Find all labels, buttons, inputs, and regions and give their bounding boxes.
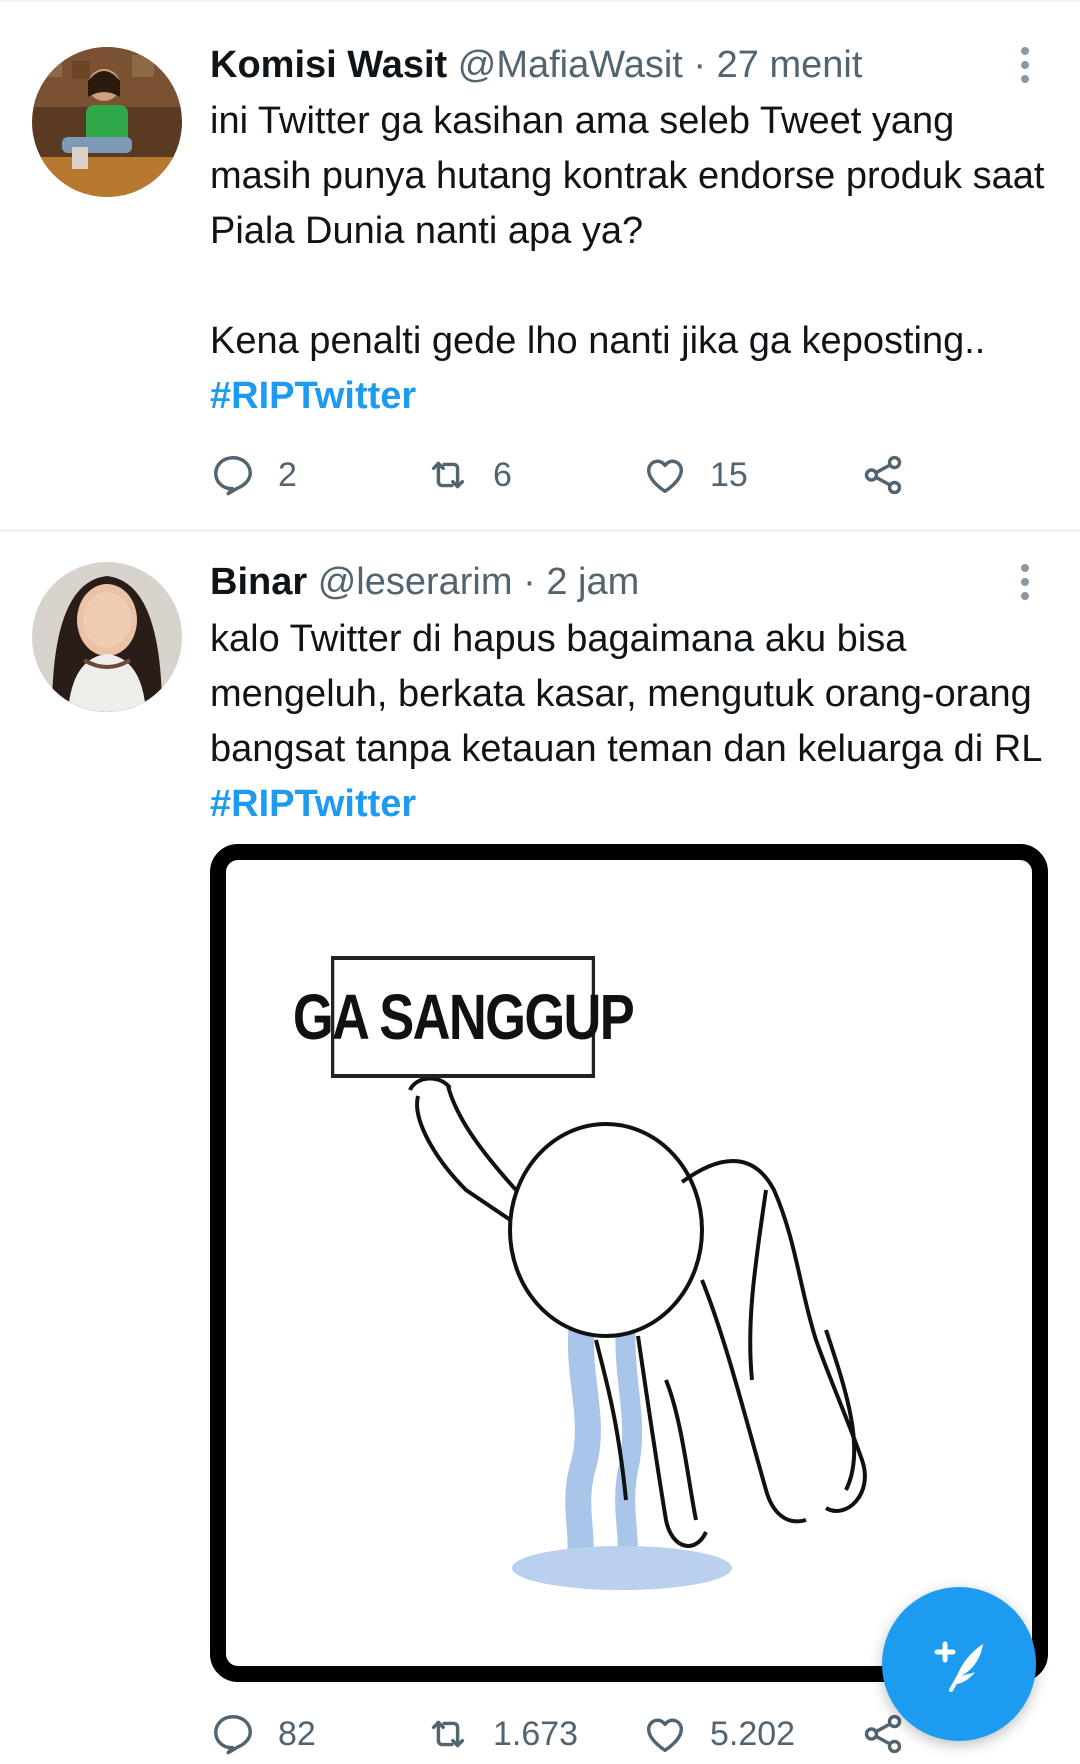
retweet-icon <box>425 1711 471 1757</box>
tweet-text-paragraph: ini Twitter ga kasihan ama seleb Tweet y… <box>210 100 1045 252</box>
display-name[interactable]: Komisi Wasit <box>210 44 447 86</box>
reply-button[interactable]: 2 <box>210 445 297 505</box>
more-vertical-icon[interactable] <box>1010 558 1040 606</box>
retweet-button[interactable]: 1.673 <box>425 1704 578 1764</box>
username[interactable]: @MafiaWasit <box>458 44 683 86</box>
tweet[interactable]: Komisi Wasit @MafiaWasit · 27 menit ini … <box>0 0 1080 530</box>
timestamp[interactable]: 27 menit <box>717 44 863 86</box>
tweet-text-paragraph: kalo Twitter di hapus bagaimana aku bisa… <box>210 618 1041 770</box>
tweet-header: Komisi Wasit @MafiaWasit · 27 menit <box>210 41 862 89</box>
reply-icon <box>210 1711 256 1757</box>
share-button[interactable] <box>860 445 906 505</box>
tweet-text: ini Twitter ga kasihan ama seleb Tweet y… <box>210 94 1055 424</box>
compose-tweet-button[interactable] <box>882 1587 1036 1741</box>
retweet-count: 6 <box>493 455 512 494</box>
reply-icon <box>210 452 256 498</box>
retweet-icon <box>425 452 471 498</box>
reply-button[interactable]: 82 <box>210 1704 316 1764</box>
like-icon <box>642 452 688 498</box>
tweet-header: Binar @leserarim · 2 jam <box>210 558 639 606</box>
hashtag-link[interactable]: #RIPTwitter <box>210 375 416 417</box>
timestamp[interactable]: 2 jam <box>546 561 639 603</box>
avatar[interactable] <box>32 562 182 712</box>
tweet-media-image[interactable]: GA SANGGUP <box>210 844 1048 1682</box>
display-name[interactable]: Binar <box>210 561 307 603</box>
share-icon <box>860 452 906 498</box>
separator: · <box>693 44 707 86</box>
retweet-count: 1.673 <box>493 1714 579 1753</box>
hashtag-link[interactable]: #RIPTwitter <box>210 783 416 825</box>
tweet-text-paragraph: Kena penalti gede lho nanti jika ga kepo… <box>210 320 986 362</box>
tweet[interactable]: Binar @leserarim · 2 jam kalo Twitter di… <box>0 532 1080 1764</box>
tweet-text: kalo Twitter di hapus bagaimana aku bisa… <box>210 612 1055 832</box>
avatar[interactable] <box>32 47 182 197</box>
meme-sign-text: GA SANGGUP <box>293 956 635 1078</box>
like-icon <box>642 1711 688 1757</box>
tweet-actions: 2 6 15 <box>210 445 1030 505</box>
like-button[interactable]: 15 <box>642 445 748 505</box>
more-vertical-icon[interactable] <box>1010 41 1040 89</box>
reply-count: 2 <box>278 455 297 494</box>
compose-tweet-icon <box>923 1626 995 1703</box>
retweet-button[interactable]: 6 <box>425 445 512 505</box>
separator: · <box>523 561 536 603</box>
username[interactable]: @leserarim <box>318 561 513 603</box>
share-icon <box>860 1711 906 1757</box>
like-count: 5.202 <box>710 1714 796 1753</box>
like-count: 15 <box>710 455 748 494</box>
like-button[interactable]: 5.202 <box>642 1704 795 1764</box>
reply-count: 82 <box>278 1714 316 1753</box>
